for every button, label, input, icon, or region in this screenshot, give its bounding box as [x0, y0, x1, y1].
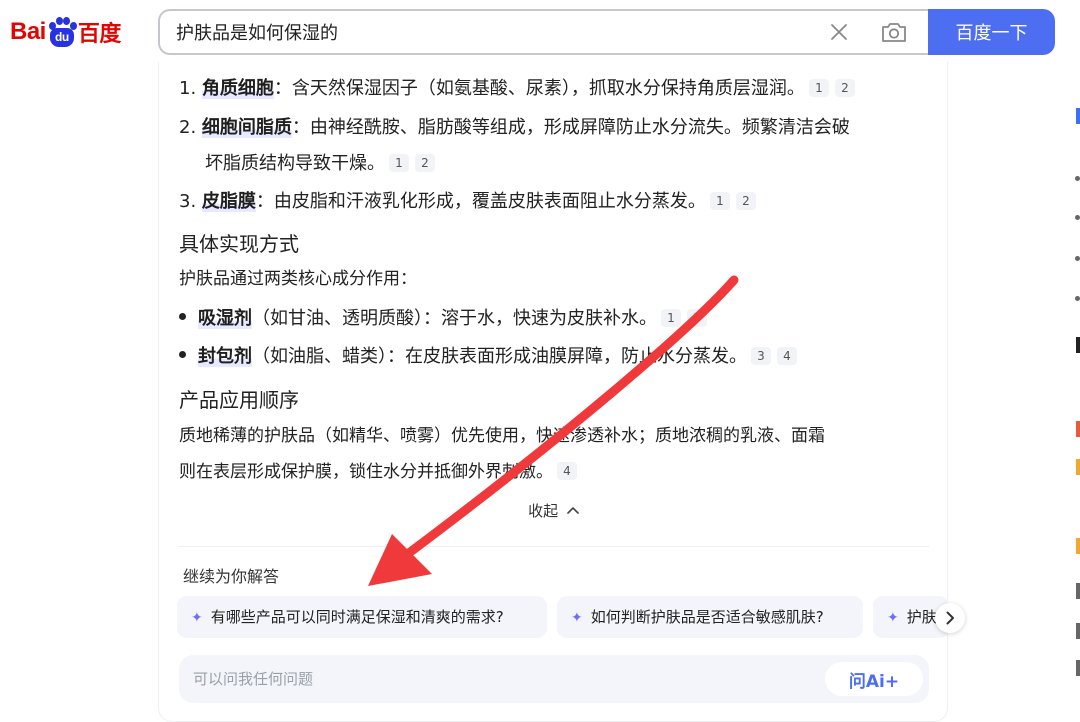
list-item-continuation: 坏脂质结构导致干燥。 1 2 [205, 151, 435, 177]
list-item-text: ：由皮脂和汗液乳化形成，覆盖皮肤表面阻止水分蒸发。 [255, 191, 706, 212]
list-item: 3. 皮脂膜：由皮脂和汗液乳化形成，覆盖皮肤表面阻止水分蒸发。 1 2 [179, 189, 756, 215]
ask-input[interactable] [193, 655, 793, 703]
logo-text-bai: Bai [10, 18, 46, 45]
chips-next-button[interactable] [935, 603, 965, 633]
bullet-text: （如甘油、透明质酸）：溶于水，快速为皮肤补水。 [252, 308, 657, 329]
keyword: 封包剂 [198, 346, 252, 367]
right-panel-marker [1075, 256, 1080, 261]
right-panel-marker [1076, 337, 1080, 353]
followup-chip[interactable]: ✦ 如何判断护肤品是否适合敏感肌肤? [557, 596, 863, 638]
section-heading: 产品应用顺序 [179, 388, 299, 412]
chevron-right-icon [946, 611, 954, 625]
right-panel-marker [1076, 108, 1080, 124]
list-number: 1. [179, 78, 197, 99]
citation-badge[interactable]: 2 [415, 154, 435, 172]
right-panel-marker [1076, 660, 1080, 676]
close-icon[interactable] [828, 21, 850, 43]
chip-label: 护肤 [906, 608, 937, 626]
sparkle-icon: ✦ [571, 610, 583, 626]
paragraph-text: 则在表层形成保护膜，锁住水分并抵御外界刺激。 [179, 462, 553, 482]
ask-box: 问Ai+ [179, 655, 929, 703]
camera-icon[interactable] [880, 20, 908, 44]
citation-badge[interactable]: 2 [834, 79, 855, 97]
right-panel-marker [1076, 459, 1080, 475]
citation-badge[interactable]: 4 [557, 462, 577, 480]
chip-label: 有哪些产品可以同时满足保湿和清爽的需求? [210, 608, 504, 626]
ai-answer-card: 1. 角质细胞：含天然保湿因子（如氨基酸、尿素），抓取水分保持角质层湿润。 1 2 … [158, 62, 965, 722]
bullet-item: 吸湿剂（如甘油、透明质酸）：溶于水，快速为皮肤补水。 1 3 [179, 306, 707, 332]
sparkle-icon: ✦ [887, 610, 899, 626]
collapse-button[interactable]: 收起 [159, 500, 949, 521]
right-panel-marker [1076, 583, 1080, 599]
list-item-text: ：含天然保湿因子（如氨基酸、尿素），抓取水分保持角质层湿润。 [273, 78, 805, 99]
search-button[interactable]: 百度一下 [928, 9, 1055, 55]
keyword: 角质细胞 [201, 78, 274, 99]
keyword: 皮脂膜 [201, 191, 256, 212]
right-panel-marker [1075, 215, 1080, 220]
paragraph: 则在表层形成保护膜，锁住水分并抵御外界刺激。 4 [179, 459, 577, 485]
bullet-item: 封包剂（如油脂、蜡类）：在皮肤表面形成油膜屏障，防止水分蒸发。 3 4 [179, 344, 797, 370]
followup-chip[interactable]: ✦ 有哪些产品可以同时满足保湿和清爽的需求? [177, 596, 547, 638]
list-item: 2. 细胞间脂质：由神经酰胺、脂肪酸等组成，形成屏障防止水分流失。频繁清洁会破 [179, 115, 850, 141]
citation-badge[interactable]: 4 [777, 347, 797, 365]
citation-badge[interactable]: 3 [751, 347, 771, 365]
followup-label: 继续为你解答 [183, 567, 280, 586]
citation-badge[interactable]: 1 [709, 192, 730, 210]
right-panel-marker [1076, 421, 1080, 437]
citation-badge[interactable]: 1 [661, 309, 681, 327]
right-panel-marker [1075, 296, 1080, 301]
paragraph: 质地稀薄的护肤品（如精华、喷雾）优先使用，快速渗透补水；质地浓稠的乳液、面霜 [179, 426, 825, 446]
chip-label: 如何判断护肤品是否适合敏感肌肤? [590, 608, 824, 626]
paragraph: 护肤品通过两类核心成分作用： [179, 269, 417, 289]
paw-icon: du [47, 17, 77, 47]
keyword: 细胞间脂质 [201, 117, 292, 138]
citation-badge[interactable]: 1 [808, 79, 829, 97]
right-panel-marker [1076, 623, 1080, 639]
search-box [158, 9, 928, 55]
citation-badge[interactable]: 1 [389, 154, 409, 172]
section-heading: 具体实现方式 [179, 232, 299, 256]
list-item: 1. 角质细胞：含天然保湿因子（如氨基酸、尿素），抓取水分保持角质层湿润。 1 2 [179, 76, 855, 102]
right-panel-marker [1075, 176, 1080, 181]
keyword: 吸湿剂 [198, 308, 252, 329]
bullet-dot [179, 313, 186, 320]
citation-badge[interactable]: 3 [687, 309, 707, 327]
bullet-text: （如油脂、蜡类）：在皮肤表面形成油膜屏障，防止水分蒸发。 [252, 346, 747, 367]
list-item-text: 坏脂质结构导致干燥。 [205, 153, 385, 174]
ask-ai-button[interactable]: 问Ai+ [825, 662, 923, 696]
list-number: 3. [179, 191, 197, 212]
collapse-label: 收起 [528, 502, 559, 520]
logo-text-du: du [49, 28, 74, 47]
list-number: 2. [179, 117, 197, 138]
search-input[interactable] [176, 11, 796, 53]
logo-text-baidu: 百度 [77, 21, 122, 46]
bullet-dot [179, 351, 186, 358]
baidu-logo[interactable]: Bai du 百度 [10, 12, 121, 52]
right-panel-marker [1076, 538, 1080, 554]
divider [179, 546, 929, 547]
citation-badge[interactable]: 2 [735, 192, 756, 210]
list-item-text: ：由神经酰胺、脂肪酸等组成，形成屏障防止水分流失。频繁清洁会破 [291, 117, 850, 138]
sparkle-icon: ✦ [191, 610, 203, 626]
chevron-up-icon [567, 507, 579, 514]
